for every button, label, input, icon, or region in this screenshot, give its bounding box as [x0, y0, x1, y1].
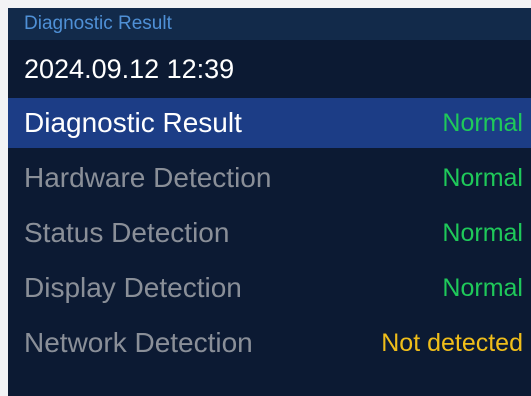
row-label: Status Detection [24, 217, 230, 248]
status-value: Normal [442, 164, 523, 192]
row-label: Display Detection [24, 272, 242, 303]
header-title: Diagnostic Result [24, 13, 172, 34]
screen-header: Diagnostic Result [8, 8, 531, 40]
diagnostic-datetime: 2024.09.12 12:39 [24, 54, 235, 84]
status-value: Normal [442, 274, 523, 302]
row-label: Hardware Detection [24, 162, 272, 193]
status-value: Normal [442, 219, 523, 247]
row-hardware-detection[interactable]: Hardware Detection Normal [8, 153, 531, 203]
row-label: Diagnostic Result [24, 107, 242, 138]
row-diagnostic-result[interactable]: Diagnostic Result Normal [8, 98, 531, 148]
row-status-detection[interactable]: Status Detection Normal [8, 208, 531, 258]
status-value: Normal [442, 109, 523, 137]
status-value: Not detected [381, 329, 523, 357]
row-network-detection[interactable]: Network Detection Not detected [8, 318, 531, 368]
diagnostic-list: Diagnostic Result Normal Hardware Detect… [8, 98, 531, 368]
row-label: Network Detection [24, 327, 253, 358]
diagnostic-screen: Diagnostic Result 2024.09.12 12:39 Diagn… [8, 8, 531, 396]
row-display-detection[interactable]: Display Detection Normal [8, 263, 531, 313]
